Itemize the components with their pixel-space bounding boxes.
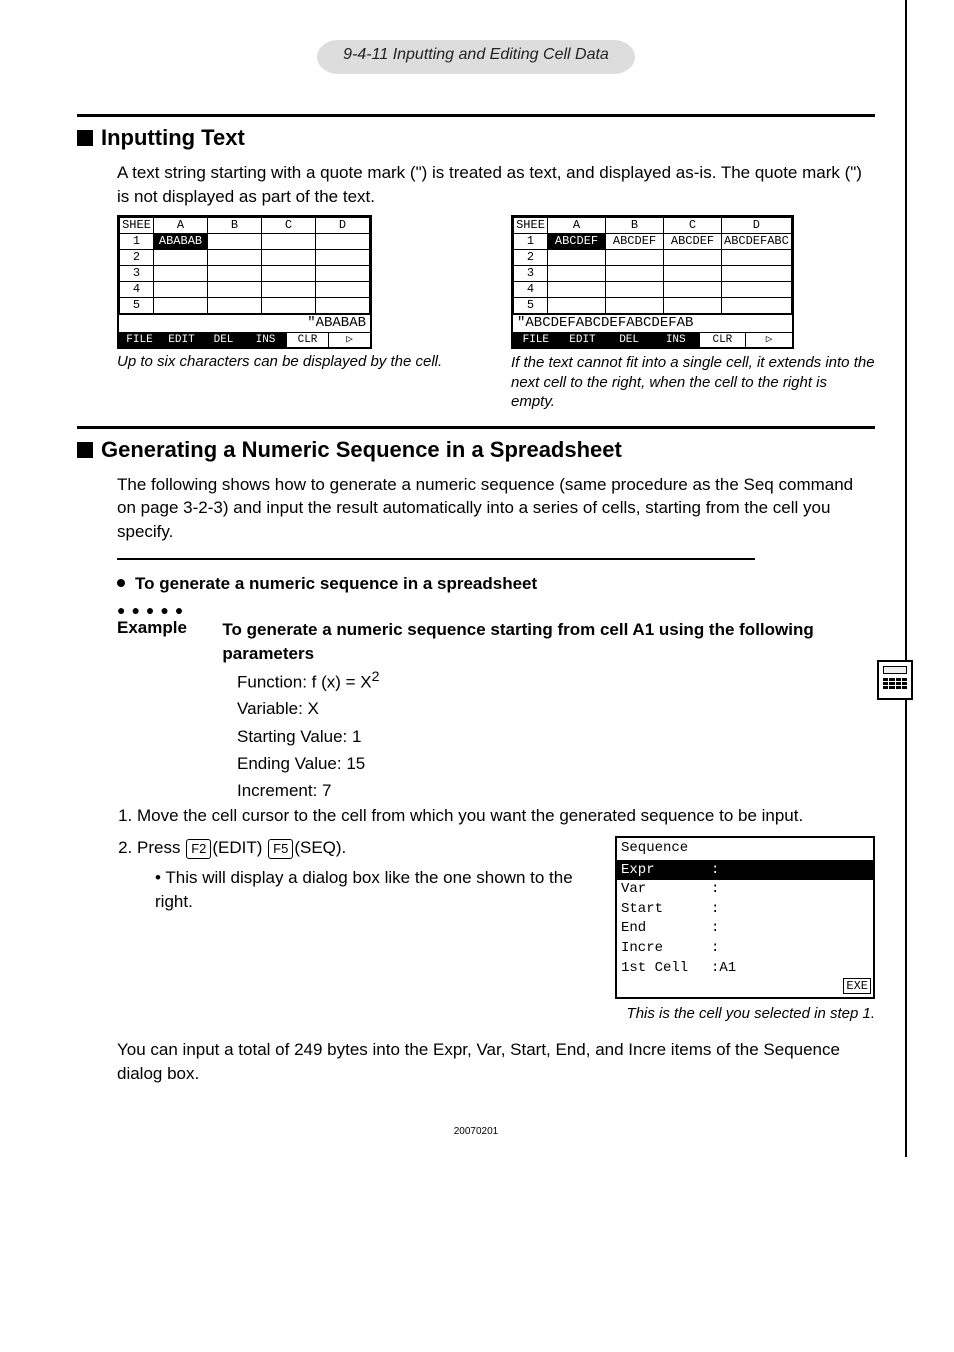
example-label: Example bbox=[117, 618, 202, 638]
divider bbox=[77, 114, 875, 117]
example-body: To generate a numeric sequence starting … bbox=[222, 618, 875, 666]
section2-body: The following shows how to generate a nu… bbox=[117, 473, 875, 544]
caption-right: If the text cannot fit into a single cel… bbox=[511, 353, 875, 412]
sequence-dialog: Sequence Expr: Var: Start: End: Incre: 1… bbox=[615, 836, 875, 999]
divider-thin bbox=[117, 558, 755, 560]
dialog-caption: This is the cell you selected in step 1. bbox=[615, 1003, 875, 1024]
spreadsheet-left: SHEE A B C D 1ABABAB 2 3 4 5 "ABABAB FIL… bbox=[117, 215, 372, 349]
subheading-togen: To generate a numeric sequence in a spre… bbox=[117, 574, 875, 594]
key-f5: F5 bbox=[268, 839, 293, 859]
section-heading-numeric-sequence: Generating a Numeric Sequence in a Sprea… bbox=[77, 437, 875, 463]
input-line-left: "ABABAB bbox=[119, 314, 370, 332]
section1-body: A text string starting with a quote mark… bbox=[117, 161, 875, 209]
sheet-label: SHEE bbox=[120, 217, 154, 233]
page-number: 9-4-11 bbox=[343, 46, 388, 63]
caption-left: Up to six characters can be displayed by… bbox=[117, 353, 481, 370]
key-f2: F2 bbox=[186, 839, 211, 859]
function-tabs: FILE EDIT DEL INS CLR ▷ bbox=[119, 332, 370, 347]
dots-ornament: ●●●●● bbox=[117, 602, 875, 618]
input-line-right: "ABCDEFABCDEFABCDEFAB bbox=[513, 314, 792, 332]
section-heading-inputting-text: Inputting Text bbox=[77, 125, 875, 151]
parameters: Function: f (x) = X2 Variable: X Startin… bbox=[237, 666, 875, 805]
step-2: Press F2(EDIT) F5(SEQ). • This will disp… bbox=[137, 836, 875, 1024]
page-title: Inputting and Editing Cell Data bbox=[393, 46, 609, 63]
calculator-icon bbox=[877, 660, 913, 700]
header-bubble: 9-4-11 Inputting and Editing Cell Data bbox=[77, 40, 875, 74]
footer-number: 20070201 bbox=[77, 1126, 875, 1137]
cell-a1: ABABAB bbox=[154, 233, 208, 249]
tail-text: You can input a total of 249 bytes into … bbox=[117, 1038, 875, 1086]
divider bbox=[77, 426, 875, 429]
spreadsheet-right: SHEE A B C D 1 ABCDEF ABCDEF ABCDEF ABCD… bbox=[511, 215, 794, 349]
step-1: Move the cell cursor to the cell from wh… bbox=[137, 804, 875, 828]
